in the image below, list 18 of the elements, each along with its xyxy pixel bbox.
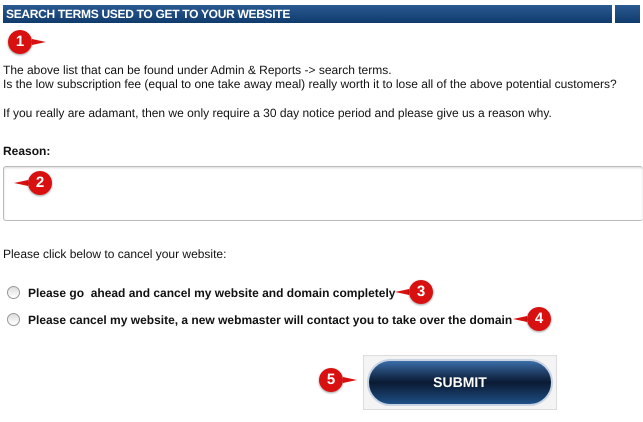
pointer-icon (395, 288, 409, 296)
notice-text: If you really are adamant, then we only require a 30 day notice period and please give us a reason why. (3, 105, 553, 122)
reason-label: Reason: (3, 143, 52, 160)
cancel-prompt: Please click below to cancel your website: (3, 246, 228, 263)
pointer-icon (32, 38, 46, 46)
pointer-icon (14, 179, 28, 187)
radio-button[interactable] (7, 313, 20, 326)
reason-field[interactable] (3, 166, 643, 221)
submit-button[interactable]: SUBMIT (367, 359, 553, 406)
pointer-icon (343, 376, 357, 384)
option-label[interactable]: Please go ahead and cancel my website and domain completely (28, 284, 396, 302)
header-bar (615, 5, 640, 23)
intro-text: The above list that can be found under Admin & Reports -> search terms. (3, 63, 393, 77)
pointer-icon (513, 315, 527, 323)
option-label[interactable]: Please cancel my website, a new webmaster will contact you to take over the domain (28, 310, 512, 328)
intro-text: Is the low subscription fee (equal to one take away meal) really worth it to lose all of the above potential customers? (3, 77, 618, 91)
radio-button[interactable] (7, 286, 20, 299)
section-header: SEARCH TERMS USED TO GET TO YOUR WEBSITE (3, 5, 612, 23)
